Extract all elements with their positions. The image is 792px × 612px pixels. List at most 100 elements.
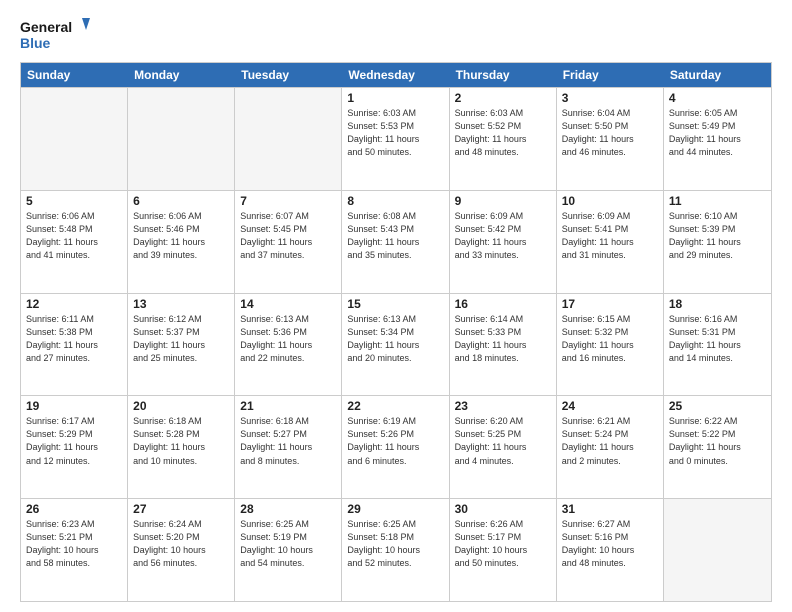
day-cell-22: 22 Sunrise: 6:19 AM Sunset: 5:26 PM Dayli… — [342, 396, 449, 498]
weekday-header-saturday: Saturday — [664, 63, 771, 87]
day-cell-5: 5 Sunrise: 6:06 AM Sunset: 5:48 PM Daylig… — [21, 191, 128, 293]
empty-cell — [664, 499, 771, 601]
day-info: Sunrise: 6:27 AM Sunset: 5:16 PM Dayligh… — [562, 518, 658, 570]
day-cell-29: 29 Sunrise: 6:25 AM Sunset: 5:18 PM Dayli… — [342, 499, 449, 601]
day-cell-20: 20 Sunrise: 6:18 AM Sunset: 5:28 PM Dayli… — [128, 396, 235, 498]
calendar-row-3: 12Sunrise: 6:11 AM Sunset: 5:38 PM Dayli… — [21, 293, 771, 396]
day-number: 18 — [669, 297, 766, 311]
day-number: 30 — [455, 502, 551, 516]
day-number: 10 — [562, 194, 658, 208]
day-info: Sunrise: 6:07 AM Sunset: 5:45 PM Dayligh… — [240, 210, 336, 262]
day-cell-9: 9 Sunrise: 6:09 AM Sunset: 5:42 PM Daylig… — [450, 191, 557, 293]
day-info: Sunrise: 6:09 AM Sunset: 5:41 PM Dayligh… — [562, 210, 658, 262]
day-cell-15: 15 Sunrise: 6:13 AM Sunset: 5:34 PM Dayli… — [342, 294, 449, 396]
svg-text:Blue: Blue — [20, 35, 51, 51]
day-number: 1 — [347, 91, 443, 105]
day-info: Sunrise: 6:06 AM Sunset: 5:46 PM Dayligh… — [133, 210, 229, 262]
day-info: Sunrise: 6:18 AM Sunset: 5:27 PM Dayligh… — [240, 415, 336, 467]
day-cell-7: 7 Sunrise: 6:07 AM Sunset: 5:45 PM Daylig… — [235, 191, 342, 293]
day-info: Sunrise: 6:12 AM Sunset: 5:37 PM Dayligh… — [133, 313, 229, 365]
day-info: Sunrise: 6:22 AM Sunset: 5:22 PM Dayligh… — [669, 415, 766, 467]
day-info: Sunrise: 6:04 AM Sunset: 5:50 PM Dayligh… — [562, 107, 658, 159]
day-info: Sunrise: 6:13 AM Sunset: 5:36 PM Dayligh… — [240, 313, 336, 365]
day-info: Sunrise: 6:23 AM Sunset: 5:21 PM Dayligh… — [26, 518, 122, 570]
day-number: 19 — [26, 399, 122, 413]
day-cell-14: 14 Sunrise: 6:13 AM Sunset: 5:36 PM Dayli… — [235, 294, 342, 396]
day-cell-11: 11 Sunrise: 6:10 AM Sunset: 5:39 PM Dayli… — [664, 191, 771, 293]
day-cell-26: 26 Sunrise: 6:23 AM Sunset: 5:21 PM Dayli… — [21, 499, 128, 601]
day-info: Sunrise: 6:20 AM Sunset: 5:25 PM Dayligh… — [455, 415, 551, 467]
day-number: 24 — [562, 399, 658, 413]
calendar-row-2: 5 Sunrise: 6:06 AM Sunset: 5:48 PM Daylig… — [21, 190, 771, 293]
day-info: Sunrise: 6:10 AM Sunset: 5:39 PM Dayligh… — [669, 210, 766, 262]
day-number: 14 — [240, 297, 336, 311]
day-number: 5 — [26, 194, 122, 208]
day-number: 31 — [562, 502, 658, 516]
day-number: 25 — [669, 399, 766, 413]
day-info: Sunrise: 6:25 AM Sunset: 5:18 PM Dayligh… — [347, 518, 443, 570]
day-number: 15 — [347, 297, 443, 311]
calendar-body: 1 Sunrise: 6:03 AM Sunset: 5:53 PM Daylig… — [21, 87, 771, 601]
weekday-header-sunday: Sunday — [21, 63, 128, 87]
day-number: 28 — [240, 502, 336, 516]
day-info: Sunrise: 6:03 AM Sunset: 5:53 PM Dayligh… — [347, 107, 443, 159]
day-number: 9 — [455, 194, 551, 208]
day-cell-12: 12Sunrise: 6:11 AM Sunset: 5:38 PM Dayli… — [21, 294, 128, 396]
logo: General Blue — [20, 16, 90, 54]
day-info: Sunrise: 6:26 AM Sunset: 5:17 PM Dayligh… — [455, 518, 551, 570]
day-cell-6: 6 Sunrise: 6:06 AM Sunset: 5:46 PM Daylig… — [128, 191, 235, 293]
day-number: 4 — [669, 91, 766, 105]
day-cell-31: 31 Sunrise: 6:27 AM Sunset: 5:16 PM Dayli… — [557, 499, 664, 601]
day-number: 26 — [26, 502, 122, 516]
day-cell-18: 18 Sunrise: 6:16 AM Sunset: 5:31 PM Dayli… — [664, 294, 771, 396]
empty-cell — [128, 88, 235, 190]
day-number: 13 — [133, 297, 229, 311]
day-cell-30: 30 Sunrise: 6:26 AM Sunset: 5:17 PM Dayli… — [450, 499, 557, 601]
day-info: Sunrise: 6:08 AM Sunset: 5:43 PM Dayligh… — [347, 210, 443, 262]
day-number: 27 — [133, 502, 229, 516]
day-cell-25: 25 Sunrise: 6:22 AM Sunset: 5:22 PM Dayli… — [664, 396, 771, 498]
day-cell-19: 19 Sunrise: 6:17 AM Sunset: 5:29 PM Dayli… — [21, 396, 128, 498]
empty-cell — [21, 88, 128, 190]
calendar-row-5: 26 Sunrise: 6:23 AM Sunset: 5:21 PM Dayli… — [21, 498, 771, 601]
day-info: Sunrise: 6:14 AM Sunset: 5:33 PM Dayligh… — [455, 313, 551, 365]
day-info: Sunrise: 6:13 AM Sunset: 5:34 PM Dayligh… — [347, 313, 443, 365]
weekday-header-friday: Friday — [557, 63, 664, 87]
day-cell-10: 10 Sunrise: 6:09 AM Sunset: 5:41 PM Dayli… — [557, 191, 664, 293]
day-cell-27: 27 Sunrise: 6:24 AM Sunset: 5:20 PM Dayli… — [128, 499, 235, 601]
day-cell-21: 21 Sunrise: 6:18 AM Sunset: 5:27 PM Dayli… — [235, 396, 342, 498]
day-info: Sunrise: 6:05 AM Sunset: 5:49 PM Dayligh… — [669, 107, 766, 159]
day-info: Sunrise: 6:18 AM Sunset: 5:28 PM Dayligh… — [133, 415, 229, 467]
day-number: 29 — [347, 502, 443, 516]
day-number: 21 — [240, 399, 336, 413]
day-info: Sunrise: 6:19 AM Sunset: 5:26 PM Dayligh… — [347, 415, 443, 467]
day-info: Sunrise: 6:03 AM Sunset: 5:52 PM Dayligh… — [455, 107, 551, 159]
calendar-header: SundayMondayTuesdayWednesdayThursdayFrid… — [21, 63, 771, 87]
day-info: Sunrise: 6:09 AM Sunset: 5:42 PM Dayligh… — [455, 210, 551, 262]
day-number: 8 — [347, 194, 443, 208]
day-number: 2 — [455, 91, 551, 105]
page: General Blue SundayMondayTuesdayWednesda… — [0, 0, 792, 612]
day-info: Sunrise: 6:24 AM Sunset: 5:20 PM Dayligh… — [133, 518, 229, 570]
day-cell-8: 8 Sunrise: 6:08 AM Sunset: 5:43 PM Daylig… — [342, 191, 449, 293]
day-number: 7 — [240, 194, 336, 208]
day-number: 22 — [347, 399, 443, 413]
day-cell-4: 4 Sunrise: 6:05 AM Sunset: 5:49 PM Daylig… — [664, 88, 771, 190]
calendar-row-1: 1 Sunrise: 6:03 AM Sunset: 5:53 PM Daylig… — [21, 87, 771, 190]
day-info: Sunrise: 6:17 AM Sunset: 5:29 PM Dayligh… — [26, 415, 122, 467]
header: General Blue — [20, 16, 772, 54]
day-info: Sunrise: 6:11 AM Sunset: 5:38 PM Dayligh… — [26, 313, 122, 365]
weekday-header-tuesday: Tuesday — [235, 63, 342, 87]
day-cell-28: 28Sunrise: 6:25 AM Sunset: 5:19 PM Dayli… — [235, 499, 342, 601]
logo-svg: General Blue — [20, 16, 90, 54]
day-info: Sunrise: 6:16 AM Sunset: 5:31 PM Dayligh… — [669, 313, 766, 365]
calendar: SundayMondayTuesdayWednesdayThursdayFrid… — [20, 62, 772, 602]
day-cell-13: 13 Sunrise: 6:12 AM Sunset: 5:37 PM Dayli… — [128, 294, 235, 396]
day-number: 6 — [133, 194, 229, 208]
day-cell-1: 1 Sunrise: 6:03 AM Sunset: 5:53 PM Daylig… — [342, 88, 449, 190]
day-info: Sunrise: 6:15 AM Sunset: 5:32 PM Dayligh… — [562, 313, 658, 365]
day-number: 20 — [133, 399, 229, 413]
day-number: 17 — [562, 297, 658, 311]
day-number: 11 — [669, 194, 766, 208]
day-info: Sunrise: 6:06 AM Sunset: 5:48 PM Dayligh… — [26, 210, 122, 262]
